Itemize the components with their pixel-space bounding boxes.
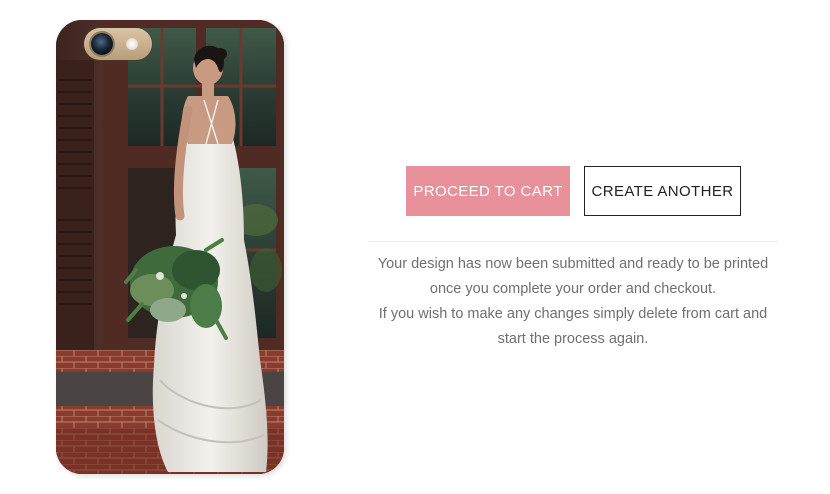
confirmation-message: Your design has now been submitted and r… xyxy=(346,252,800,352)
camera-bump xyxy=(84,28,152,60)
case-photo xyxy=(56,20,284,474)
divider xyxy=(368,241,778,242)
camera-flash-icon xyxy=(126,38,138,50)
create-another-button[interactable]: CREATE ANOTHER xyxy=(584,166,741,216)
phone-case-preview xyxy=(56,20,284,474)
message-line: If you wish to make any changes simply d… xyxy=(378,306,768,322)
message-line: start the process again. xyxy=(497,331,649,347)
proceed-to-cart-button[interactable]: PROCEED TO CART xyxy=(406,166,570,216)
message-line: Your design has now been submitted and r… xyxy=(377,256,769,272)
message-line: once you complete your order and checkou… xyxy=(429,281,717,297)
camera-lens-icon xyxy=(91,33,113,55)
